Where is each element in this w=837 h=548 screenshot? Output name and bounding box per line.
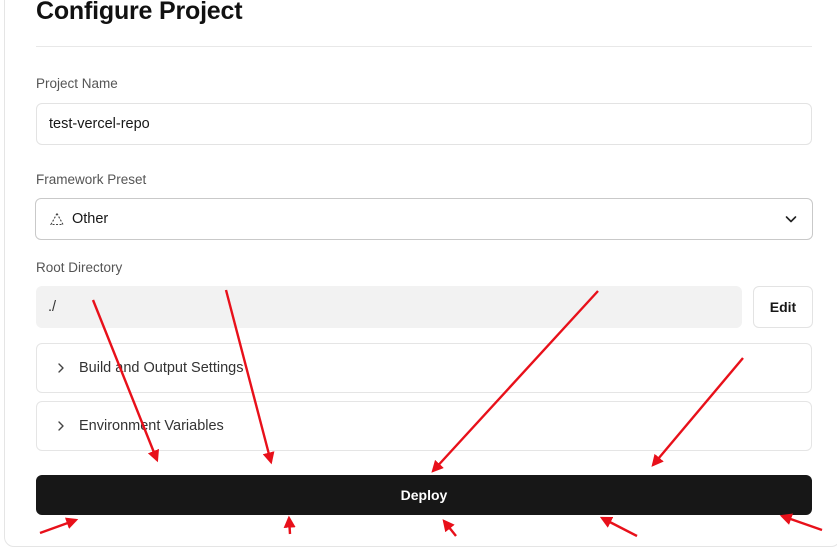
environment-variables-toggle[interactable]: Environment Variables <box>36 401 812 451</box>
project-name-input[interactable]: test-vercel-repo <box>36 103 812 145</box>
title-divider <box>36 46 812 47</box>
chevron-down-icon <box>785 216 797 223</box>
chevron-right-icon <box>58 421 64 431</box>
project-name-label: Project Name <box>36 76 118 91</box>
framework-preset-value: Other <box>72 211 109 227</box>
build-output-settings-label: Build and Output Settings <box>79 360 244 376</box>
project-name-value: test-vercel-repo <box>49 116 150 132</box>
root-directory-value: ./ <box>48 299 57 315</box>
root-directory-field: ./ <box>36 286 742 328</box>
framework-preset-label: Framework Preset <box>36 172 147 187</box>
framework-preset-select[interactable]: Other <box>35 198 813 240</box>
page-title: Configure Project <box>36 0 243 25</box>
edit-root-directory-button[interactable]: Edit <box>753 286 813 328</box>
chevron-right-icon <box>58 363 64 373</box>
build-output-settings-toggle[interactable]: Build and Output Settings <box>36 343 812 393</box>
triangle-icon <box>50 212 64 226</box>
configure-card <box>4 0 837 547</box>
root-directory-label: Root Directory <box>36 260 123 275</box>
environment-variables-label: Environment Variables <box>79 418 224 434</box>
deploy-button[interactable]: Deploy <box>36 475 812 515</box>
